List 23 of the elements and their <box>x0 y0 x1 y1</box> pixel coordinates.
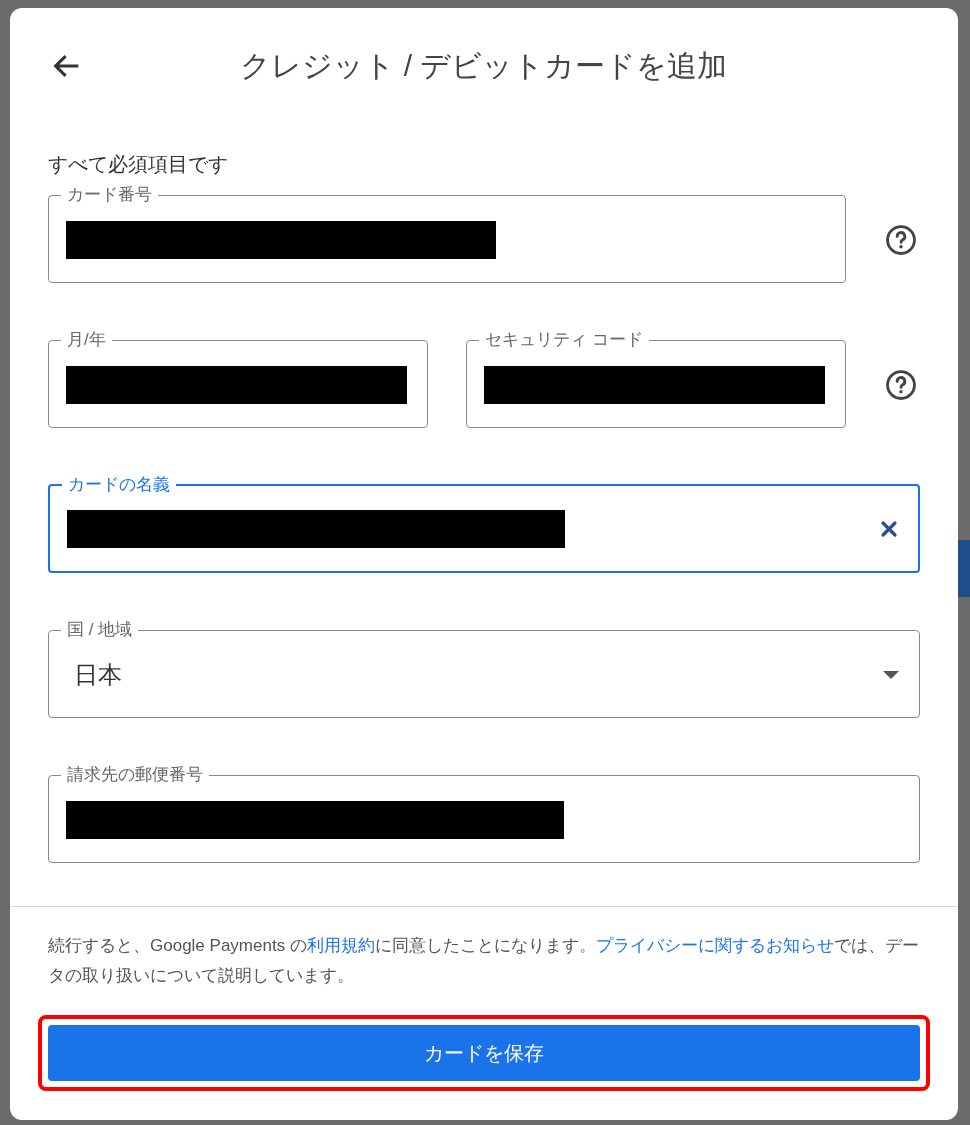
field-label: 国 / 地域 <box>66 620 134 640</box>
input-field[interactable]: 請求先の郵便番号 <box>48 765 920 863</box>
input-field[interactable]: セキュリティ コード <box>466 330 846 428</box>
clear-icon[interactable] <box>880 520 898 538</box>
field-label: 月/年 <box>66 330 107 350</box>
terms-text: 続行すると、Google Payments の利用規約に同意したことになります。プライバシーに関するお知らせでは、データの取り扱いについて説明しています。 <box>47 935 920 987</box>
field-value: 日本 <box>74 659 122 690</box>
input-field[interactable]: カード番号 <box>48 185 846 283</box>
terms-link[interactable]: プライバシーに関するお知らせ <box>595 936 834 955</box>
field-label: セキュリティ コード <box>484 330 644 350</box>
input-field[interactable]: カードの名義 <box>48 475 920 573</box>
dropdown-caret-icon[interactable] <box>883 670 899 679</box>
field-label: カードの名義 <box>67 475 171 495</box>
help-icon[interactable] <box>884 368 918 402</box>
field-label: カード番号 <box>66 185 153 205</box>
field-label: 請求先の郵便番号 <box>66 765 204 785</box>
required-note: すべて必須項目です <box>48 152 229 177</box>
help-icon[interactable] <box>884 223 918 257</box>
input-field[interactable]: 月/年 <box>48 330 428 428</box>
country-select[interactable]: 国 / 地域 日本 <box>48 620 920 718</box>
dialog-title: クレジット / デビットカードを追加 <box>239 48 729 84</box>
save-card-button[interactable]: カードを保存 <box>48 1025 920 1081</box>
terms-link[interactable]: 利用規約 <box>306 936 375 955</box>
